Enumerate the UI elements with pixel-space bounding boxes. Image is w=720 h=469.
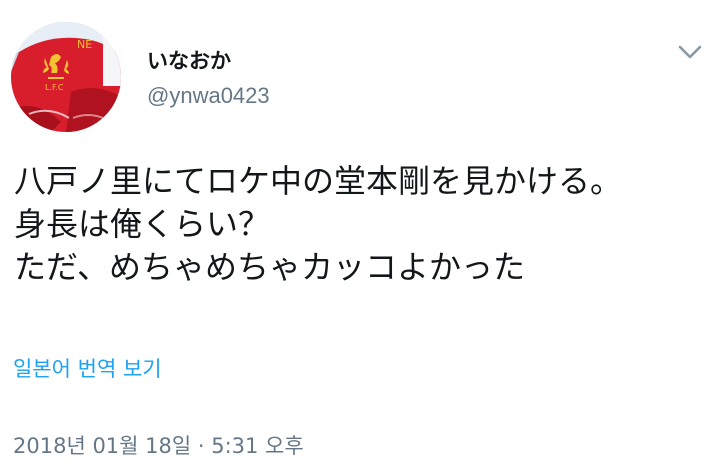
tweet-line: 八戸ノ里にてロケ中の堂本剛を見かける。 bbox=[14, 162, 623, 200]
translate-link[interactable]: 일본어 번역 보기 bbox=[13, 355, 162, 383]
display-name[interactable]: いなおか bbox=[147, 48, 231, 74]
tweet-timestamp[interactable]: 2018년 01월 18일 · 5:31 오후 bbox=[13, 432, 304, 460]
svg-text:L.F.C: L.F.C bbox=[45, 83, 64, 92]
avatar[interactable]: NE L.F.C bbox=[11, 22, 121, 132]
lfc-liverbird-avatar-icon: NE L.F.C bbox=[11, 22, 121, 132]
tweet-line: ただ、めちゃめちゃカッコよかった bbox=[14, 248, 526, 286]
svg-text:NE: NE bbox=[77, 38, 92, 51]
tweet-line: 身長は俺くらい？ bbox=[14, 205, 271, 243]
tweet-text: 八戸ノ里にてロケ中の堂本剛を見かける。 身長は俺くらい？ ただ、めちゃめちゃカッ… bbox=[14, 160, 714, 289]
chevron-down-icon[interactable] bbox=[676, 40, 704, 64]
username[interactable]: @ynwa0423 bbox=[147, 82, 270, 110]
